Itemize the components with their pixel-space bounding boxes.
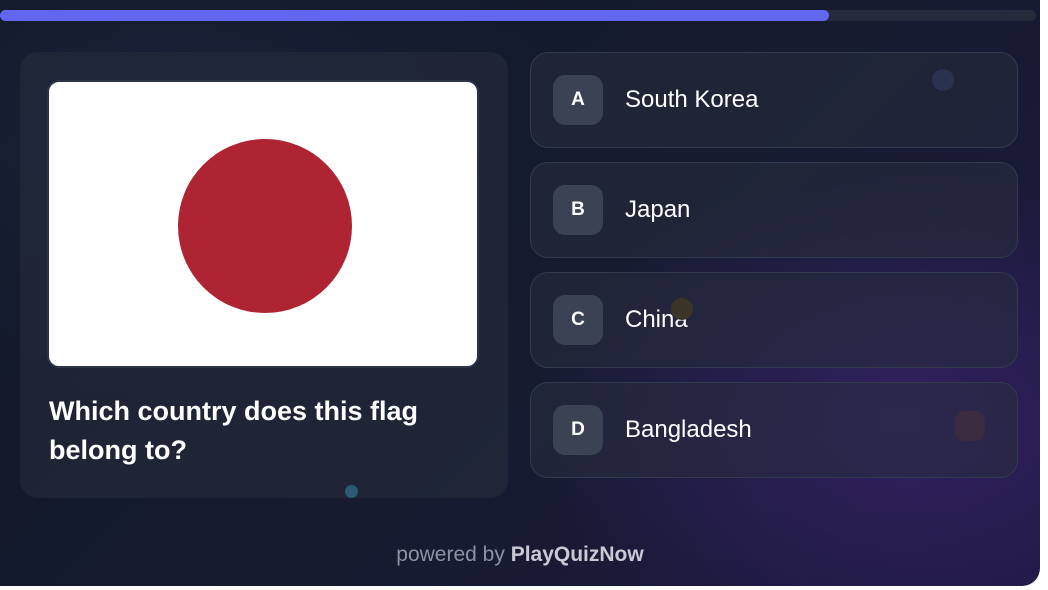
answer-letter-badge: A [553, 75, 603, 125]
answer-letter-badge: D [553, 405, 603, 455]
decorative-dot [671, 298, 693, 320]
answer-letter-badge: B [553, 185, 603, 235]
progress-fill [0, 10, 829, 21]
footer-prefix: powered by [396, 543, 505, 566]
question-card: Which country does this flag belong to? [20, 52, 508, 498]
answer-label: South Korea [625, 86, 759, 113]
answer-label: Bangladesh [625, 416, 752, 443]
decorative-dot [345, 485, 358, 498]
footer-brand-link[interactable]: PlayQuizNow [511, 543, 644, 566]
quiz-widget: Which country does this flag belong to? … [0, 0, 1040, 586]
answer-option-c[interactable]: C China [530, 272, 1018, 368]
answer-label: Japan [625, 196, 691, 223]
answer-label: China [625, 306, 688, 333]
question-text: Which country does this flag belong to? [49, 396, 419, 465]
answer-option-b[interactable]: B Japan [530, 162, 1018, 258]
powered-by-footer: powered by PlayQuizNow [0, 543, 1040, 567]
answer-option-d[interactable]: D Bangladesh [530, 382, 1018, 478]
flag-image [47, 80, 479, 368]
flag-red-disc [178, 139, 352, 313]
answer-option-a[interactable]: A South Korea [530, 52, 1018, 148]
progress-bar [0, 10, 1036, 21]
decorative-dot [932, 69, 954, 91]
decorative-diamond [955, 411, 985, 441]
answer-letter-badge: C [553, 295, 603, 345]
